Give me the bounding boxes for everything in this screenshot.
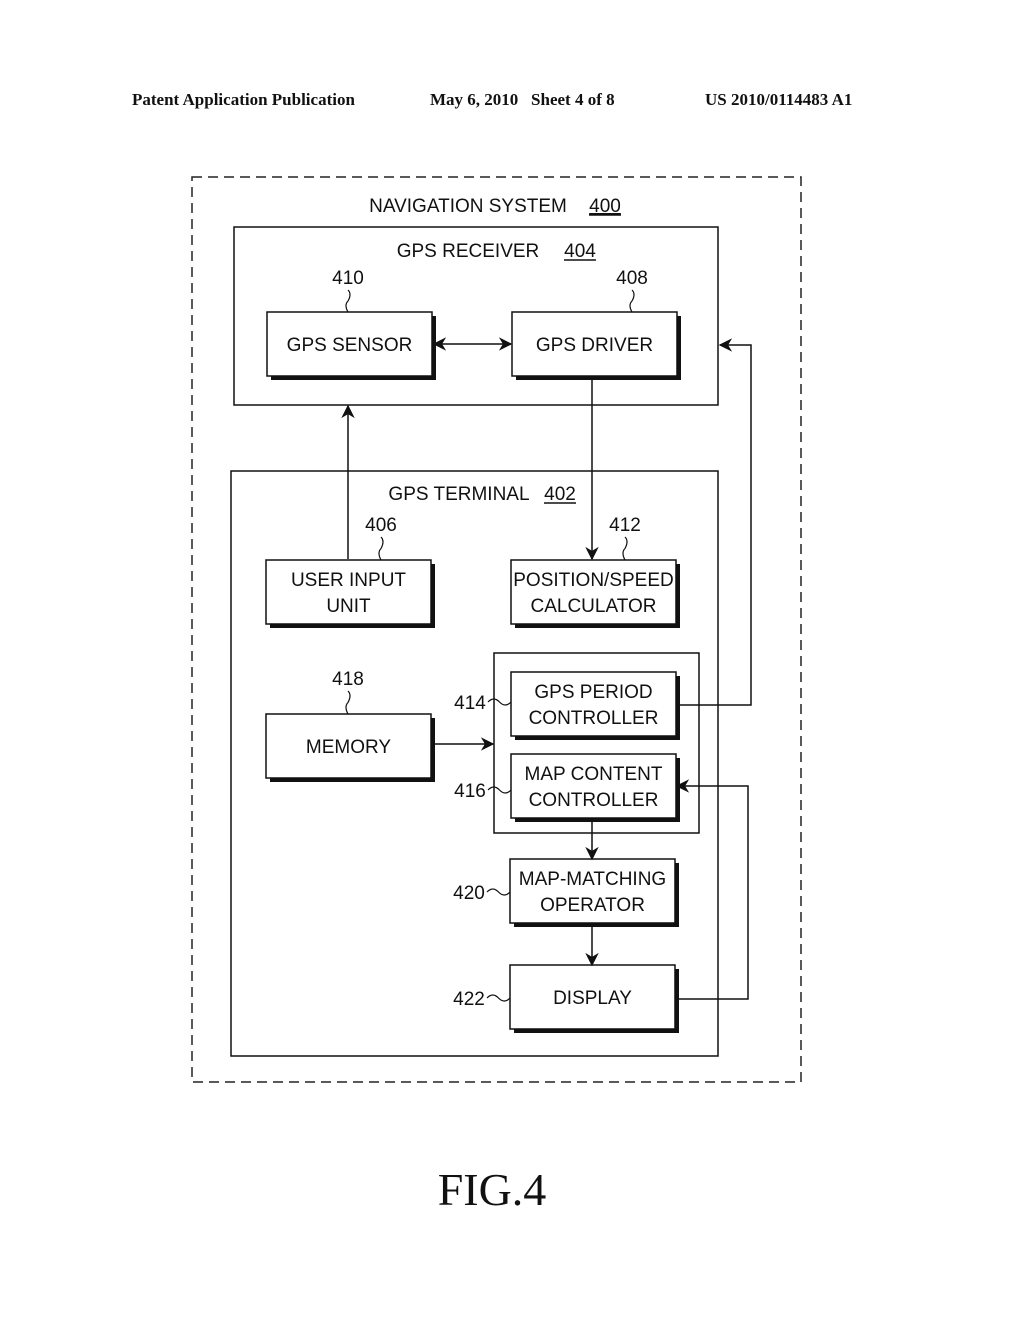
figure-label: FIG.4 [438,1164,547,1215]
ref-leader-line [487,698,512,706]
gps-receiver-ref: 404 [564,241,596,262]
block-ref-number: 418 [332,669,364,690]
block-label-line: CALCULATOR [531,596,657,617]
period-controller-to-driver-arrow [677,338,752,706]
block-user-input: USER INPUT UNIT 406 [265,515,435,628]
ref-leader-line [345,289,351,313]
block-label-line: CONTROLLER [529,790,659,811]
block-label-line: GPS DRIVER [536,335,653,356]
block-gps-sensor: GPS SENSOR 410 [266,268,436,380]
ref-leader-line [378,536,384,561]
block-label-line: POSITION/SPEED [513,570,673,591]
display-to-map-content-arrow [675,779,749,1000]
block-label-line: USER INPUT [291,570,406,591]
block-ref-number: 406 [365,515,397,536]
navigation-system-label: NAVIGATION SYSTEM [369,196,567,217]
block-label-line: UNIT [326,596,371,617]
block-label-line: MAP-MATCHING [519,869,666,890]
block-pos-speed: POSITION/SPEED CALCULATOR 412 [510,515,680,628]
ref-leader-line [487,786,512,794]
ref-leader-line [345,690,351,715]
block-ref-number: 422 [453,989,485,1010]
gps-receiver-label: GPS RECEIVER [397,241,540,262]
block-label-line: MEMORY [306,737,391,758]
ref-leader-line [622,536,628,561]
block-ref-number: 408 [616,268,648,289]
gps-terminal-ref: 402 [544,484,576,505]
block-gps-period: GPS PERIOD CONTROLLER 414 [454,671,680,740]
block-display: DISPLAY 422 [453,964,679,1033]
block-memory: MEMORY 418 [265,669,435,782]
block-map-content: MAP CONTENT CONTROLLER 416 [454,753,680,822]
block-label-line: GPS SENSOR [287,335,413,356]
ref-leader-line [629,289,635,313]
block-diagram: NAVIGATION SYSTEM 400 GPS RECEIVER 404 G… [191,176,802,1215]
block-label-line: DISPLAY [553,988,632,1009]
ref-leader-line [486,994,511,1002]
ref-leader-line [486,888,511,896]
block-label-line: OPERATOR [540,895,645,916]
block-ref-number: 412 [609,515,641,536]
block-ref-number: 420 [453,883,485,904]
navigation-system-ref: 400 [589,196,621,217]
block-label-line: GPS PERIOD [534,682,652,703]
block-label-line: MAP CONTENT [525,764,663,785]
block-ref-number: 416 [454,781,486,802]
block-ref-number: 410 [332,268,364,289]
block-label-line: CONTROLLER [529,708,659,729]
block-map-matching: MAP-MATCHING OPERATOR 420 [453,858,679,927]
gps-terminal-label: GPS TERMINAL [388,484,529,505]
block-gps-driver: GPS DRIVER 408 [511,268,681,380]
block-ref-number: 414 [454,693,486,714]
